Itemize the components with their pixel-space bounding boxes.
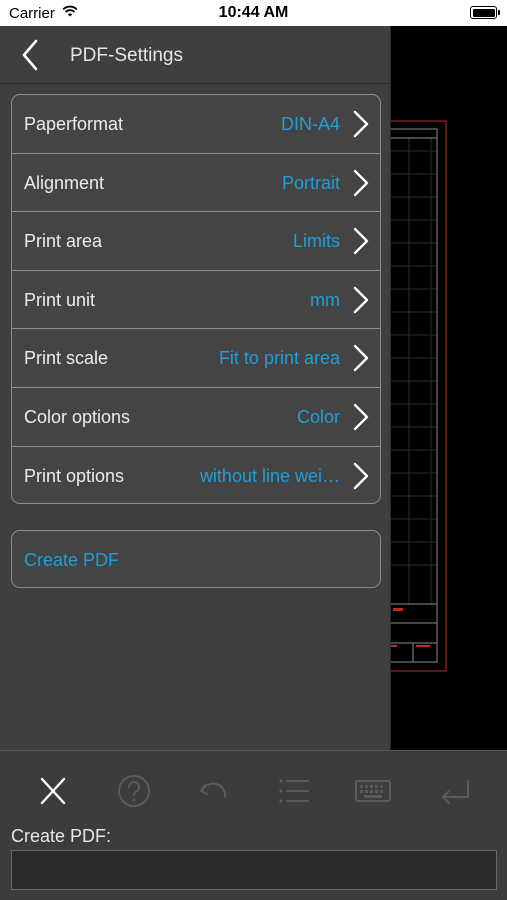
pdf-settings-panel: PDF-Settings Paperformat DIN-A4 Alignmen…	[0, 26, 391, 750]
setting-value: DIN-A4	[280, 114, 340, 134]
setting-value: mm	[310, 289, 340, 310]
setting-label: Alignment	[24, 172, 105, 193]
undo-icon[interactable]	[193, 773, 233, 809]
battery-icon	[470, 6, 500, 19]
bottom-toolbar: Create PDF:	[0, 750, 507, 900]
setting-print-area[interactable]: Print area Limits	[12, 212, 380, 271]
chevron-right-icon	[353, 286, 369, 313]
setting-print-unit[interactable]: Print unit mm	[12, 271, 380, 330]
panel-header: PDF-Settings	[0, 26, 391, 84]
close-icon[interactable]	[33, 773, 73, 809]
enter-icon[interactable]	[435, 773, 475, 809]
setting-label: Print scale	[24, 348, 109, 369]
command-input[interactable]	[11, 850, 497, 890]
setting-paperformat[interactable]: Paperformat DIN-A4	[12, 95, 380, 154]
setting-label: Print unit	[24, 289, 96, 310]
setting-label: Paperformat	[24, 114, 124, 134]
setting-value: Limits	[292, 231, 340, 252]
chevron-left-icon[interactable]	[14, 38, 48, 72]
setting-label: Print area	[24, 231, 103, 252]
setting-label: Color options	[24, 406, 131, 427]
clock: 10:44 AM	[218, 4, 289, 21]
drawing-frame	[391, 120, 447, 672]
drawing-canvas[interactable]	[391, 26, 507, 750]
setting-value: Fit to print area	[218, 348, 340, 369]
setting-alignment[interactable]: Alignment Portrait	[12, 154, 380, 213]
setting-print-options[interactable]: Print options without line wei…	[12, 447, 380, 503]
chevron-right-icon	[353, 110, 369, 138]
command-label: Create PDF:	[11, 826, 112, 846]
create-pdf-label: Create PDF	[24, 550, 120, 570]
setting-color-options[interactable]: Color options Color	[12, 388, 380, 447]
chevron-right-icon	[353, 403, 369, 431]
list-icon[interactable]	[273, 773, 313, 809]
create-pdf-button[interactable]: Create PDF	[11, 530, 381, 588]
status-bar: Carrier 10:44 AM	[0, 0, 507, 26]
chevron-right-icon	[353, 345, 369, 372]
chevron-right-icon	[353, 227, 369, 255]
chevron-right-icon	[353, 169, 369, 196]
keyboard-icon[interactable]	[353, 773, 393, 809]
setting-value: without line wei…	[199, 465, 340, 486]
setting-print-scale[interactable]: Print scale Fit to print area	[12, 329, 380, 388]
chevron-right-icon	[353, 462, 369, 489]
settings-list: Paperformat DIN-A4 Alignment Portrait Pr…	[11, 94, 381, 504]
page-title: PDF-Settings	[70, 45, 183, 66]
setting-value: Color	[296, 406, 340, 427]
help-icon[interactable]	[114, 773, 154, 809]
setting-value: Portrait	[281, 172, 340, 193]
setting-label: Print options	[24, 465, 125, 486]
